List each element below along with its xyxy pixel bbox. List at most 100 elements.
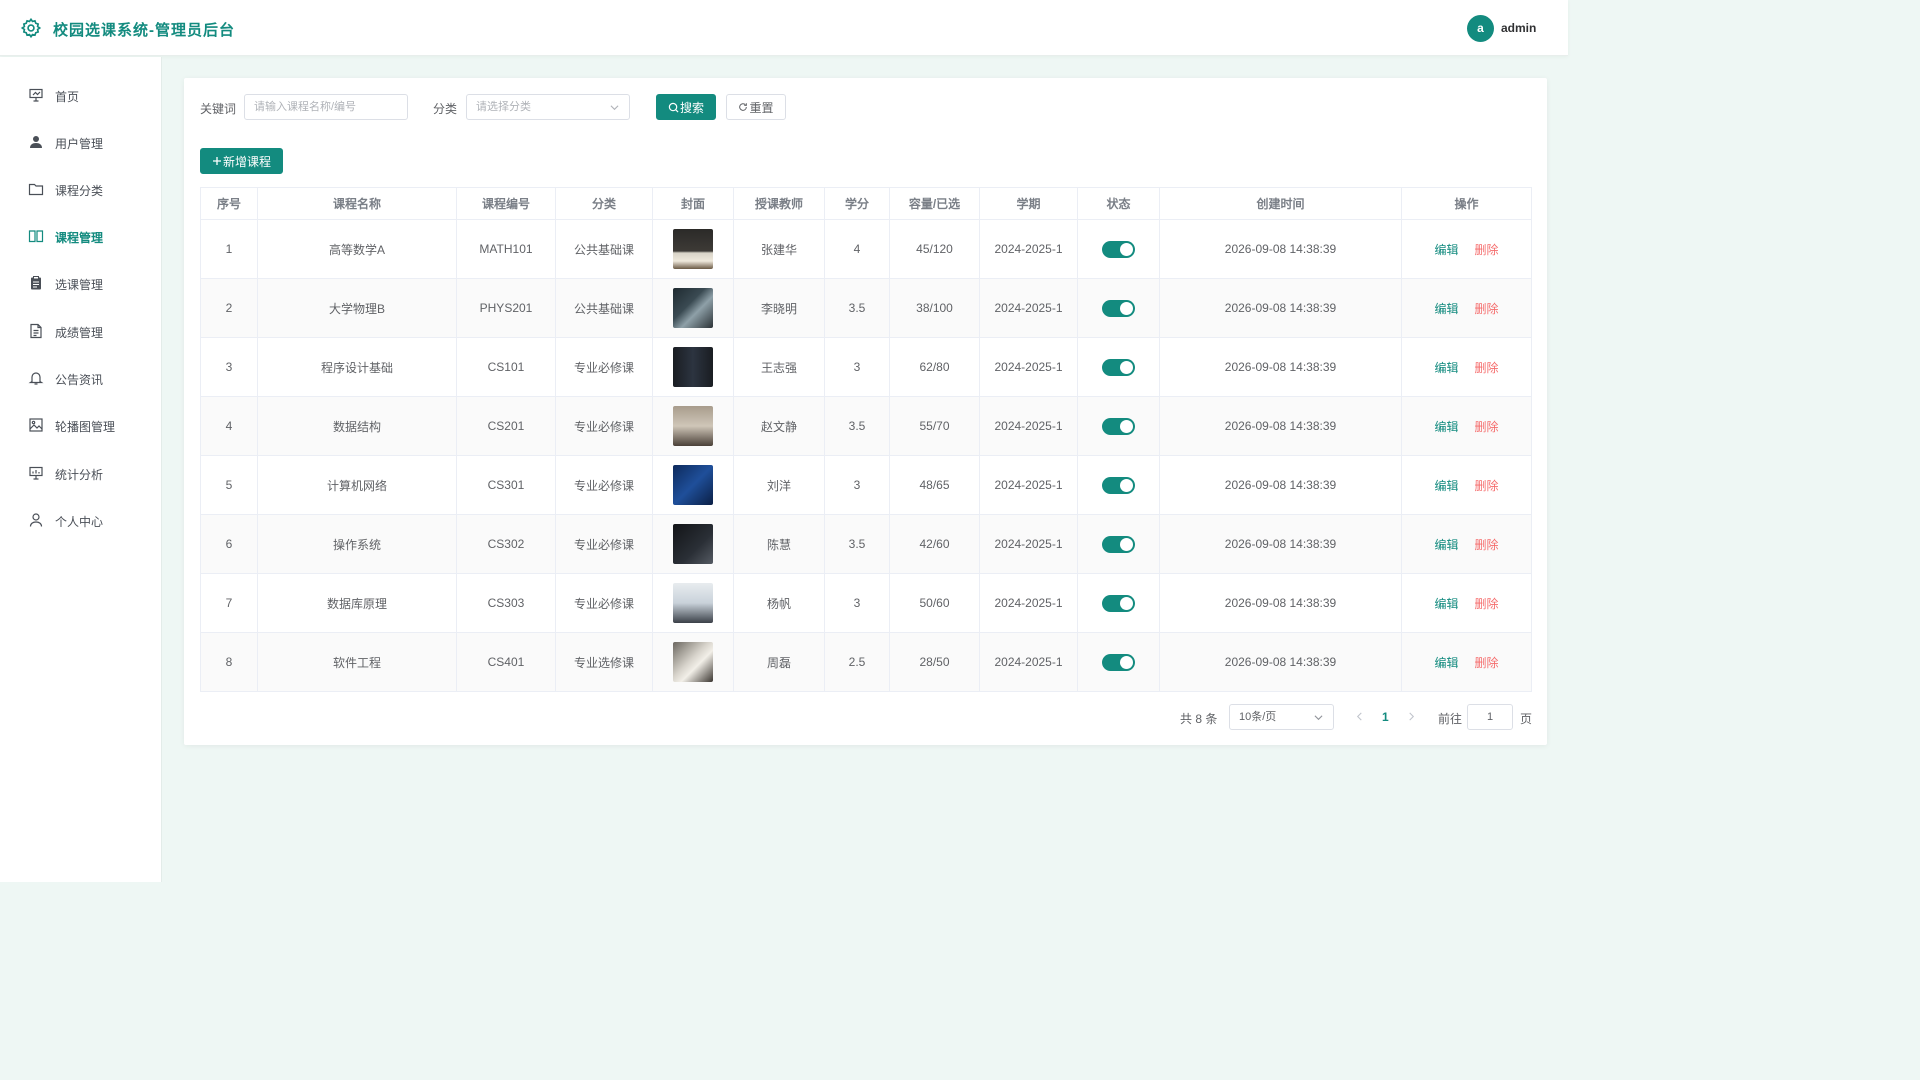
course-cover-image[interactable] bbox=[673, 465, 713, 505]
status-toggle[interactable] bbox=[1102, 240, 1135, 258]
delete-link[interactable]: 删除 bbox=[1475, 538, 1499, 552]
edit-link[interactable]: 编辑 bbox=[1434, 656, 1458, 670]
course-cover-image[interactable] bbox=[673, 347, 713, 387]
cell-code: CS302 bbox=[456, 514, 556, 574]
cell-teacher: 赵文静 bbox=[733, 396, 825, 456]
keyword-input[interactable]: 请输入课程名称/编号 bbox=[244, 94, 408, 120]
status-toggle[interactable] bbox=[1102, 417, 1135, 435]
cell-capacity: 45/120 bbox=[889, 219, 980, 279]
reset-button[interactable]: 重置 bbox=[726, 94, 786, 120]
cell-teacher: 周磊 bbox=[733, 632, 825, 692]
course-cover-image[interactable] bbox=[673, 583, 713, 623]
cell-term: 2024-2025-1 bbox=[979, 337, 1078, 397]
cell-created: 2026-09-08 14:38:39 bbox=[1159, 337, 1402, 397]
sidebar-item-label: 选课管理 bbox=[55, 278, 104, 292]
cell-code: MATH101 bbox=[456, 219, 556, 279]
search-button[interactable]: 搜索 bbox=[656, 94, 716, 120]
cell-term: 2024-2025-1 bbox=[979, 632, 1078, 692]
course-cover-image[interactable] bbox=[673, 406, 713, 446]
sidebar-item-carousel[interactable]: 轮播图管理 bbox=[0, 405, 162, 445]
add-course-button[interactable]: 新增课程 bbox=[200, 148, 283, 174]
delete-link[interactable]: 删除 bbox=[1475, 479, 1499, 493]
delete-link[interactable]: 删除 bbox=[1475, 656, 1499, 670]
table-row: 5 计算机网络 CS301 专业必修课 刘洋 3 48/65 2024-2025… bbox=[200, 455, 1532, 515]
status-toggle[interactable] bbox=[1102, 476, 1135, 494]
course-cover-image[interactable] bbox=[673, 288, 713, 328]
cell-credit: 4 bbox=[824, 219, 890, 279]
page-size-select[interactable]: 10条/页 bbox=[1229, 704, 1334, 730]
sidebar-item-enrollment[interactable]: 选课管理 bbox=[0, 263, 162, 303]
delete-link[interactable]: 删除 bbox=[1475, 302, 1499, 316]
edit-link[interactable]: 编辑 bbox=[1434, 538, 1458, 552]
presentation-icon bbox=[29, 88, 43, 102]
col-header-name: 课程名称 bbox=[257, 187, 457, 220]
sidebar-item-profile[interactable]: 个人中心 bbox=[0, 500, 162, 540]
cell-capacity: 62/80 bbox=[889, 337, 980, 397]
next-page-icon[interactable] bbox=[1407, 712, 1416, 721]
avatar[interactable]: a bbox=[1467, 15, 1494, 42]
sidebar-item-label: 用户管理 bbox=[55, 137, 104, 151]
cell-cover bbox=[652, 278, 734, 338]
page-size-value: 10条/页 bbox=[1239, 711, 1277, 723]
edit-link[interactable]: 编辑 bbox=[1434, 302, 1458, 316]
cell-term: 2024-2025-1 bbox=[979, 573, 1078, 633]
edit-link[interactable]: 编辑 bbox=[1434, 243, 1458, 257]
category-select[interactable]: 请选择分类 bbox=[466, 94, 630, 120]
cell-created: 2026-09-08 14:38:39 bbox=[1159, 455, 1402, 515]
goto-page-input[interactable]: 1 bbox=[1467, 704, 1513, 730]
sidebar-item-grades[interactable]: 成绩管理 bbox=[0, 311, 162, 351]
cell-actions: 编辑 删除 bbox=[1401, 278, 1532, 338]
sidebar-item-label: 公告资讯 bbox=[55, 373, 104, 387]
sidebar-item-course-management[interactable]: 课程管理 bbox=[0, 216, 162, 256]
sidebar-item-label: 课程管理 bbox=[55, 231, 104, 245]
status-toggle[interactable] bbox=[1102, 594, 1135, 612]
cell-term: 2024-2025-1 bbox=[979, 514, 1078, 574]
sidebar-item-home[interactable]: 首页 bbox=[0, 75, 162, 115]
cell-status bbox=[1077, 514, 1160, 574]
edit-link[interactable]: 编辑 bbox=[1434, 420, 1458, 434]
cell-name: 程序设计基础 bbox=[257, 337, 457, 397]
edit-link[interactable]: 编辑 bbox=[1434, 597, 1458, 611]
cell-teacher: 王志强 bbox=[733, 337, 825, 397]
delete-link[interactable]: 删除 bbox=[1475, 243, 1499, 257]
col-header-category: 分类 bbox=[555, 187, 653, 220]
status-toggle[interactable] bbox=[1102, 535, 1135, 553]
status-toggle[interactable] bbox=[1102, 358, 1135, 376]
cell-term: 2024-2025-1 bbox=[979, 396, 1078, 456]
table-row: 1 高等数学A MATH101 公共基础课 张建华 4 45/120 2024-… bbox=[200, 219, 1532, 279]
image-icon bbox=[29, 418, 43, 432]
sidebar-item-course-category[interactable]: 课程分类 bbox=[0, 169, 162, 209]
edit-link[interactable]: 编辑 bbox=[1434, 361, 1458, 375]
sidebar-item-label: 统计分析 bbox=[55, 468, 104, 482]
status-toggle[interactable] bbox=[1102, 653, 1135, 671]
username[interactable]: admin bbox=[1501, 21, 1536, 35]
goto-label: 前往 bbox=[1438, 712, 1463, 726]
category-select-placeholder: 请选择分类 bbox=[476, 101, 531, 113]
col-header-actions: 操作 bbox=[1401, 187, 1532, 220]
delete-link[interactable]: 删除 bbox=[1475, 361, 1499, 375]
search-button-label: 搜索 bbox=[679, 100, 704, 115]
col-header-cover: 封面 bbox=[652, 187, 734, 220]
cell-cover bbox=[652, 396, 734, 456]
sidebar-item-statistics[interactable]: 统计分析 bbox=[0, 453, 162, 493]
course-cover-image[interactable] bbox=[673, 524, 713, 564]
delete-link[interactable]: 删除 bbox=[1475, 420, 1499, 434]
col-header-teacher: 授课教师 bbox=[733, 187, 825, 220]
course-cover-image[interactable] bbox=[673, 642, 713, 682]
cell-credit: 3 bbox=[824, 455, 890, 515]
cell-code: CS401 bbox=[456, 632, 556, 692]
prev-page-icon[interactable] bbox=[1355, 712, 1364, 721]
cell-teacher: 李晓明 bbox=[733, 278, 825, 338]
course-cover-image[interactable] bbox=[673, 229, 713, 269]
cell-teacher: 杨帆 bbox=[733, 573, 825, 633]
edit-link[interactable]: 编辑 bbox=[1434, 479, 1458, 493]
pagination-page-1[interactable]: 1 bbox=[1382, 710, 1389, 724]
cell-category: 专业必修课 bbox=[555, 455, 653, 515]
delete-link[interactable]: 删除 bbox=[1475, 597, 1499, 611]
status-toggle[interactable] bbox=[1102, 299, 1135, 317]
cell-capacity: 42/60 bbox=[889, 514, 980, 574]
sidebar-item-users[interactable]: 用户管理 bbox=[0, 122, 162, 162]
table-header-row: 序号 课程名称 课程编号 分类 封面 授课教师 学分 容量/已选 学期 状态 创… bbox=[200, 187, 1532, 220]
sidebar-item-announcements[interactable]: 公告资讯 bbox=[0, 358, 162, 398]
chart-icon bbox=[29, 466, 43, 480]
